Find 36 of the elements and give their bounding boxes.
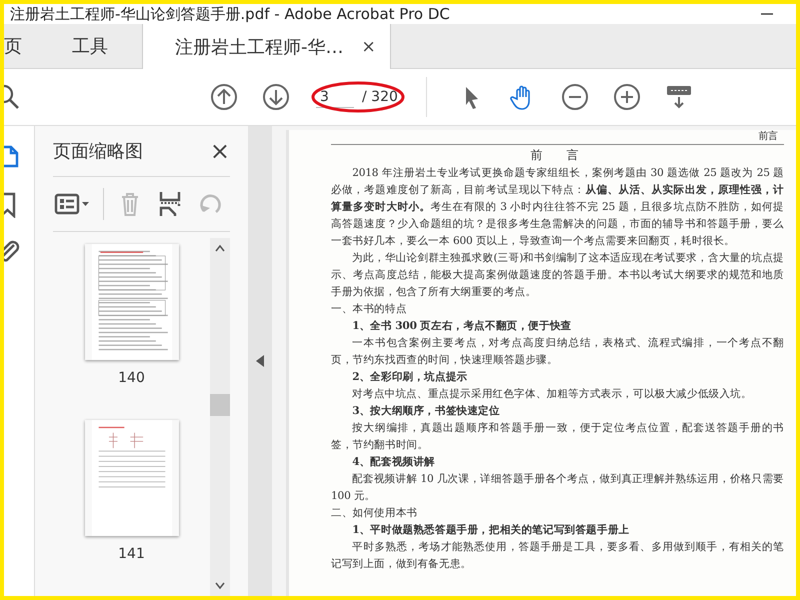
scroll-up-icon[interactable] (215, 244, 225, 252)
next-page-button[interactable] (262, 83, 290, 111)
page-number-label: 141 (118, 546, 145, 562)
close-tab-icon[interactable]: × (362, 36, 376, 56)
subsection-heading: 3、按大纲顺序，书签快速定位 (351, 404, 501, 419)
paragraph: 平时多熟悉，考场才能熟悉使用，答题手册是工具，要多看、多用做到顺手，有相关的笔记写到上面，做到有备无患。 (331, 540, 784, 572)
paragraph: 按大纲编排，真题出题顺序和答题手册一致，便于定位考点位置，配套送答题手册的书签，节约翻书时间。 (331, 421, 784, 453)
zoom-in-icon[interactable] (613, 83, 641, 111)
paragraph: 对考点中坑点、重点提示采用红色字体、加粗等方式表示，可以极大减少低级入坑。 (351, 387, 753, 402)
close-icon[interactable]: × (210, 137, 230, 165)
paragraph: 一本书包含案例主要考点，对考点高度归纳总结，表格式、流程式编排，一个考点不翻页，节约东找西查的时间，快速理顺答题步骤。 (331, 336, 784, 368)
page-number-label: 140 (118, 370, 145, 386)
page-count: / 320 (362, 89, 398, 105)
paragraph: 配套视频讲解 10 几次课，详细答题手册各个考点，做到真正理解并熟练运用，价格只需要 100 元。 (331, 472, 784, 504)
scroll-down-icon[interactable] (215, 582, 225, 590)
tab[interactable]: 页 (4, 24, 48, 68)
window-title: 注册岩土工程师-华山论剑答题手册.pdf - Adobe Acrobat Pro DC (10, 5, 450, 23)
page-number-field[interactable]: 3 (316, 86, 354, 108)
paragraph: 2018 年注册岩土专业考试更换命题专家组组长，案例考题由 30 题选做 25 题改为 25 题必做，考题难度创了新高，目前考试呈现以下特点：从偏、从活、从实际出发，原理性强，计算量多变时大时小。考生在有限的 3 小时内往往答不完 25 题，且很多坑点防不胜防，如何提高答题速度？少入命题组的坑？是很多考生急需解决的问题，市面的辅导书和答题手册，要么一套书好几本，要么一本 600 页以上，导致查询一个考点需要来回翻页，耗时很长。 (331, 166, 784, 249)
previous-page-button[interactable] (210, 83, 238, 111)
collapse-panel-icon[interactable] (256, 355, 264, 367)
subsection-heading: 2、全彩印刷，坑点提示 (351, 370, 468, 385)
tab[interactable]: 工具 (48, 24, 132, 68)
paragraph: 为此，华山论剑群主独孤求败(三哥)和书剑编制了这本适应现在考试要求，含大量的坑点提示、考点高度总结，能极大提高案例做题速度的答题手册。本书以考试大纲要求的规范和地质手册为依据，包含了所有大纲重要的考点。 (331, 251, 784, 300)
section-heading: 一、本书的特点 (331, 302, 408, 317)
zoom-out-icon[interactable] (561, 83, 589, 111)
subsection-heading: 1、平时做题熟悉答题手册，把相关的笔记写到答题手册上 (351, 523, 630, 538)
read-mode-icon[interactable] (665, 83, 693, 111)
section-heading: 二、如何使用本书 (331, 506, 418, 521)
document-title: 前 言 (530, 147, 586, 164)
panel-title: 页面缩略图 (53, 140, 143, 163)
scroll-thumb[interactable] (210, 394, 230, 416)
subsection-heading: 4、配套视频讲解 (351, 455, 436, 470)
running-head: 前言 (331, 130, 784, 145)
tab[interactable]: 注册岩土工程师-华… × (142, 24, 391, 69)
subsection-heading: 1、全书 300 页左右，考点不翻页，便于快查 (351, 319, 572, 334)
